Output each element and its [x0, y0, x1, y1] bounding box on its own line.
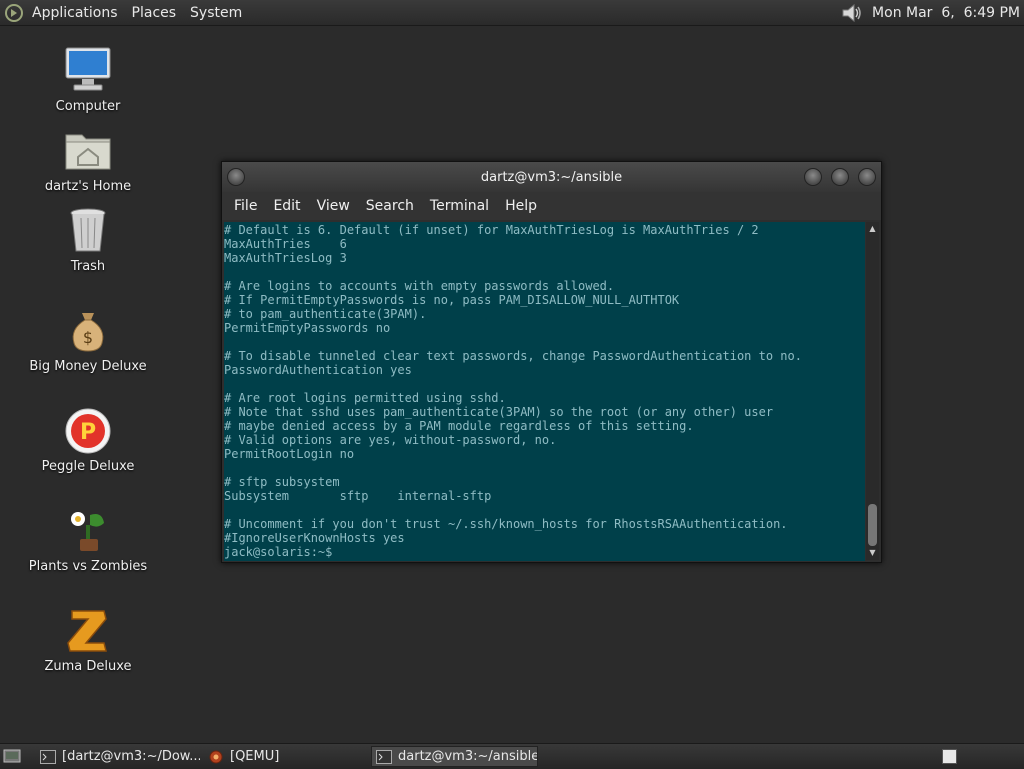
top-menus: Applications Places System: [4, 0, 256, 25]
terminal-line: # sftp subsystem: [224, 475, 340, 489]
svg-text:$: $: [83, 328, 93, 347]
home-folder-icon: [65, 134, 111, 170]
desktop-icon-peggle[interactable]: P Peggle Deluxe: [18, 405, 158, 474]
terminal-menubar: File Edit View Search Terminal Help: [222, 192, 881, 220]
menu-system[interactable]: System: [190, 5, 242, 21]
taskbar-item-ansible-terminal[interactable]: dartz@vm3:~/ansible: [371, 746, 538, 767]
terminal-line: jack@solaris:~$: [224, 545, 340, 559]
top-panel: Applications Places System Mon Mar 6, 6:…: [0, 0, 1024, 26]
taskbar-item-label: [QEMU]: [230, 749, 280, 764]
trash-icon: [70, 208, 106, 252]
peggle-icon: P: [65, 408, 111, 454]
show-desktop-icon[interactable]: [3, 748, 21, 764]
terminal-line: #IgnoreUserKnownHosts yes: [224, 531, 405, 545]
desktop-icon-computer[interactable]: Computer: [18, 45, 158, 114]
terminal-line: PermitRootLogin no: [224, 447, 355, 461]
gnome-foot-icon[interactable]: [4, 3, 24, 23]
menu-file[interactable]: File: [232, 198, 259, 214]
terminal-line: # Default is 6. Default (if unset) for M…: [224, 223, 759, 237]
terminal-line: PermitEmptyPasswords no: [224, 321, 391, 335]
qemu-icon: [209, 750, 223, 763]
menu-search[interactable]: Search: [364, 198, 416, 214]
terminal-line: Subsystem sftp internal-sftp: [224, 489, 492, 503]
terminal-icon: [376, 749, 392, 764]
desktop-icon-label: Trash: [70, 259, 106, 274]
desktop-icon-label: Plants vs Zombies: [28, 559, 148, 574]
top-panel-right: Mon Mar 6, 6:49 PM: [840, 0, 1020, 25]
terminal-line: MaxAuthTriesLog 3: [224, 251, 347, 265]
scrollbar-thumb[interactable]: [868, 504, 877, 546]
desktop-icon-label: Computer: [55, 99, 121, 114]
terminal-line: # Are logins to accounts with empty pass…: [224, 279, 615, 293]
menu-view[interactable]: View: [315, 198, 352, 214]
desktop-icon-zuma[interactable]: Zuma Deluxe: [18, 605, 158, 674]
zuma-icon: [67, 610, 107, 652]
svg-text:P: P: [80, 420, 96, 445]
bottom-panel: [dartz@vm3:~/Dow... [QEMU] dartz@vm3:~/a…: [0, 743, 1024, 769]
menu-help[interactable]: Help: [503, 198, 539, 214]
terminal-line: # to pam_authenticate(3PAM).: [224, 307, 427, 321]
terminal-line: # To disable tunneled clear text passwor…: [224, 349, 802, 363]
terminal-line: # Uncomment if you don't trust ~/.ssh/kn…: [224, 517, 788, 531]
desktop-icon-plants[interactable]: Plants vs Zombies: [18, 505, 158, 574]
desktop-icon-label: Zuma Deluxe: [44, 659, 132, 674]
desktop-icon-label: Big Money Deluxe: [29, 359, 147, 374]
taskbar-item-label: [dartz@vm3:~/Dow...: [62, 749, 200, 764]
money-bag-icon: $: [72, 313, 104, 352]
desktop-icon-label: dartz's Home: [44, 179, 132, 194]
menu-places[interactable]: Places: [132, 5, 177, 21]
scroll-up-arrow-icon[interactable]: ▲: [867, 224, 878, 233]
scroll-down-arrow-icon[interactable]: ▼: [867, 548, 878, 557]
maximize-button[interactable]: [831, 168, 849, 186]
terminal-line: # Are root logins permitted using sshd.: [224, 391, 506, 405]
close-button[interactable]: [858, 168, 876, 186]
menu-applications[interactable]: Applications: [32, 5, 118, 21]
terminal-line: PasswordAuthentication yes: [224, 363, 412, 377]
terminal-line: # If PermitEmptyPasswords is no, pass PA…: [224, 293, 680, 307]
terminal-scrollbar[interactable]: ▲ ▼: [866, 222, 879, 560]
terminal-line: # Valid options are yes, without-passwor…: [224, 433, 557, 447]
desktop-icon-label: Peggle Deluxe: [41, 459, 135, 474]
clock[interactable]: Mon Mar 6, 6:49 PM: [872, 5, 1020, 21]
plants-icon: [71, 512, 104, 551]
desktop-icon-big-money[interactable]: $ Big Money Deluxe: [18, 305, 158, 374]
terminal-line: # maybe denied access by a PAM module re…: [224, 419, 694, 433]
taskbar-item-label: dartz@vm3:~/ansible: [398, 749, 538, 764]
window-title: dartz@vm3:~/ansible: [480, 170, 623, 185]
taskbar-item-qemu[interactable]: [QEMU]: [204, 746, 364, 767]
desktop-icon-home[interactable]: dartz's Home: [18, 125, 158, 194]
workspace-switcher-icon[interactable]: [942, 749, 957, 764]
menu-terminal[interactable]: Terminal: [428, 198, 491, 214]
computer-icon: [65, 47, 111, 91]
speaker-icon[interactable]: [840, 2, 864, 24]
window-titlebar[interactable]: dartz@vm3:~/ansible: [222, 162, 881, 192]
terminal-output[interactable]: # Default is 6. Default (if unset) for M…: [224, 222, 865, 561]
menu-edit[interactable]: Edit: [271, 198, 302, 214]
minimize-button[interactable]: [804, 168, 822, 186]
terminal-icon: [40, 749, 56, 764]
terminal-window: dartz@vm3:~/ansible File Edit View Searc…: [221, 161, 882, 563]
terminal-line: MaxAuthTries 6: [224, 237, 347, 251]
taskbar-item-downloads-terminal[interactable]: [dartz@vm3:~/Dow...: [36, 746, 200, 767]
desktop-icon-trash[interactable]: Trash: [18, 205, 158, 274]
terminal-line: # Note that sshd uses pam_authenticate(3…: [224, 405, 774, 419]
